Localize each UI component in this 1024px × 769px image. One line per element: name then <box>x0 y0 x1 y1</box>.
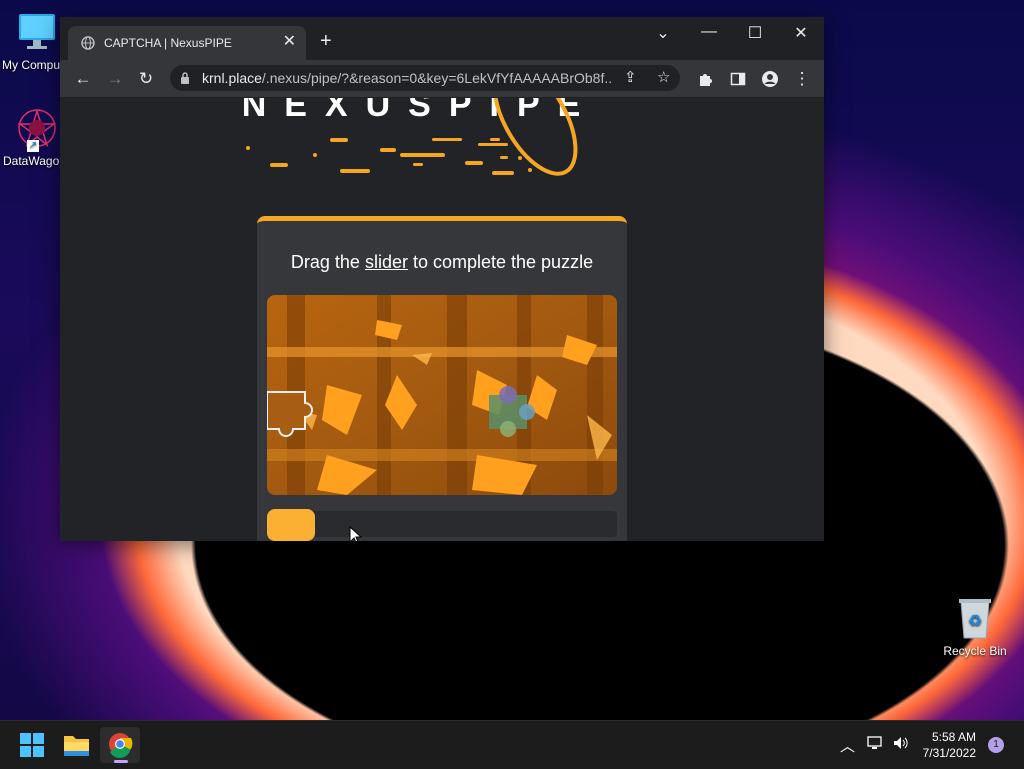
tab-search-chevron-icon[interactable]: ⌄ <box>648 23 678 47</box>
start-button[interactable] <box>12 727 52 763</box>
captcha-card: Drag the slider to complete the puzzle <box>257 216 627 541</box>
shortcut-arrow-icon: ↗ <box>27 140 39 152</box>
new-tab-button[interactable]: + <box>320 31 332 51</box>
tab-strip: CAPTCHA | NexusPIPE ✕ + ⌄ — ☐ ✕ <box>60 17 824 60</box>
recycle-bin-icon: ♻ <box>955 596 995 640</box>
file-explorer-button[interactable] <box>56 727 96 763</box>
tab-captcha[interactable]: CAPTCHA | NexusPIPE ✕ <box>68 26 306 60</box>
url-host: krnl.place <box>202 70 262 86</box>
back-arrow-icon[interactable]: ← <box>72 68 94 90</box>
extensions-puzzle-icon[interactable] <box>695 68 717 90</box>
minimize-button[interactable]: — <box>694 23 724 47</box>
puzzle-piece[interactable] <box>267 391 313 437</box>
desktop-icon-recycle-bin[interactable]: ♻ Recycle Bin <box>940 596 1010 658</box>
browser-window: CAPTCHA | NexusPIPE ✕ + ⌄ — ☐ ✕ ← → ↻ kr… <box>60 17 824 541</box>
system-clock[interactable]: 5:58 AM 7/31/2022 <box>923 729 976 761</box>
close-window-button[interactable]: ✕ <box>786 23 816 47</box>
monitor-icon <box>15 10 59 54</box>
clock-time: 5:58 AM <box>931 730 976 744</box>
page-content: NEXUSPIPE Drag the slider to complete th… <box>60 98 824 541</box>
slider-track[interactable] <box>267 511 617 537</box>
more-menu-icon[interactable]: ⋮ <box>791 68 813 90</box>
svg-text:♻: ♻ <box>968 611 982 630</box>
side-panel-icon[interactable] <box>727 68 749 90</box>
notification-badge[interactable]: 1 <box>988 737 1004 753</box>
mouse-pointer-icon <box>349 525 363 541</box>
desktop-icon-label: Recycle Bin <box>943 644 1007 658</box>
lock-icon <box>180 71 190 87</box>
forward-arrow-icon[interactable]: → <box>104 68 126 90</box>
clock-date: 7/31/2022 <box>922 746 976 760</box>
active-app-indicator <box>114 760 128 763</box>
windows-logo-icon <box>20 733 44 757</box>
chrome-taskbar-button[interactable] <box>100 727 140 763</box>
share-icon[interactable]: ⇪ <box>624 68 637 86</box>
maximize-button[interactable]: ☐ <box>740 23 770 47</box>
tab-title: CAPTCHA | NexusPIPE <box>104 36 232 50</box>
address-bar[interactable]: krnl.place/.nexus/pipe/?&reason=0&key=6L… <box>170 65 680 91</box>
tab-close-icon[interactable]: ✕ <box>283 34 296 50</box>
folder-icon <box>64 736 89 756</box>
captcha-heading: Drag the slider to complete the puzzle <box>290 252 594 272</box>
globe-icon <box>81 36 95 50</box>
logo-text: NEXUSPIPE <box>242 98 599 124</box>
volume-icon[interactable] <box>892 735 910 755</box>
profile-avatar-icon[interactable] <box>759 68 781 90</box>
chrome-icon <box>109 733 133 758</box>
datawagon-icon: ↗ <box>13 106 57 152</box>
slider-handle[interactable] <box>267 509 315 541</box>
browser-toolbar: ← → ↻ krnl.place/.nexus/pipe/?&reason=0&… <box>60 60 824 98</box>
show-hidden-icons-chevron[interactable]: ︿ <box>840 735 855 756</box>
bookmark-star-icon[interactable]: ☆ <box>657 68 670 86</box>
slider-link[interactable]: slider <box>365 252 408 272</box>
url-text: krnl.place/.nexus/pipe/?&reason=0&key=6L… <box>202 70 612 86</box>
puzzle-image <box>267 295 617 495</box>
reload-icon[interactable]: ↻ <box>135 68 157 90</box>
url-path: /.nexus/pipe/?&reason=0&key=6LekVfYfAAAA… <box>261 70 612 86</box>
nexuspipe-logo: NEXUSPIPE <box>230 98 610 188</box>
network-icon[interactable] <box>866 735 884 755</box>
taskbar: ︿ 5:58 AM 7/31/2022 1 <box>0 720 1024 769</box>
